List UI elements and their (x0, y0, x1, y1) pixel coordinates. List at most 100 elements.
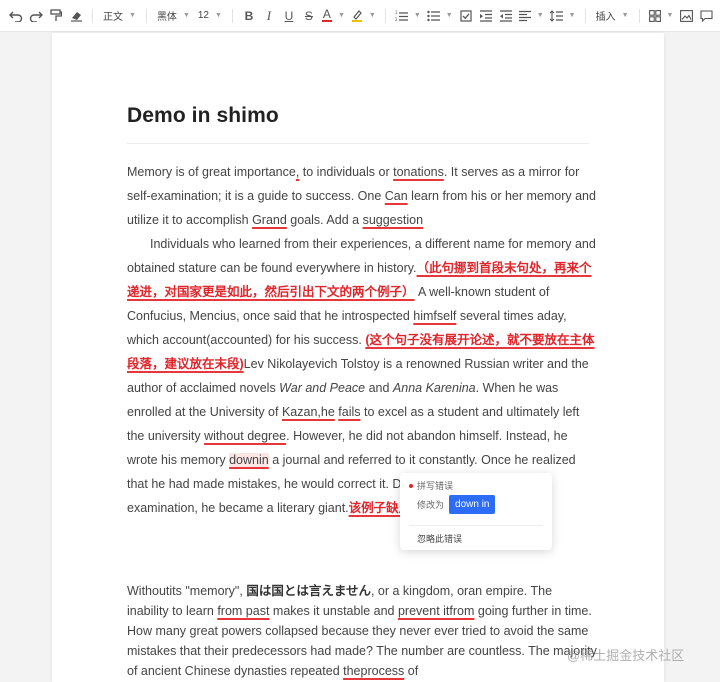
spelling-error[interactable]: fails (338, 405, 360, 419)
change-to-label: 修改为 (417, 500, 445, 510)
suggestion-button[interactable]: down in (449, 495, 496, 514)
checklist-button[interactable] (456, 5, 476, 27)
chevron-down-icon: ▼ (536, 12, 544, 19)
chevron-down-icon: ▼ (368, 12, 376, 19)
spelling-error[interactable]: without degree (204, 429, 286, 443)
underline-button[interactable]: U (279, 5, 299, 27)
spelling-error[interactable]: Grand (252, 213, 287, 227)
align-icon (518, 10, 531, 21)
bullet-list-icon (427, 10, 440, 21)
chevron-down-icon: ▼ (568, 12, 576, 19)
svg-text:1: 1 (395, 10, 398, 15)
popup-header: 拼写错误 (409, 479, 453, 492)
indent-icon (479, 9, 492, 22)
highlight-icon (351, 10, 362, 22)
chevron-down-icon: ▼ (666, 12, 674, 19)
insert-label: 插入 (595, 12, 616, 23)
outdent-button[interactable] (496, 5, 516, 27)
spelling-error[interactable]: Kazan,he (282, 405, 335, 419)
text-run: goals. Add a (286, 213, 363, 227)
watermark: @稀土掘金技术社区 (567, 648, 685, 663)
strikethrough-button[interactable]: S (299, 5, 319, 27)
ordered-list-button[interactable]: 1 2 ▼ (392, 5, 424, 27)
spelling-error[interactable]: Can (385, 189, 408, 203)
align-button[interactable]: ▼ (516, 5, 547, 27)
popup-divider (409, 525, 543, 526)
document-title[interactable]: Demo in shimo (127, 104, 279, 128)
eraser-icon[interactable] (66, 5, 86, 27)
paragraph-style-label: 正文 (103, 12, 123, 23)
paragraph-1: Memory is of great importance, to indivi… (127, 160, 597, 232)
undo-icon[interactable] (6, 5, 26, 27)
toolbar-divider (638, 8, 640, 23)
ignore-error-button[interactable]: 忽略此错误 (417, 532, 462, 545)
novel-title: War and Peace (279, 381, 366, 395)
spelling-error[interactable]: tonations (393, 165, 444, 179)
title-divider (127, 143, 589, 144)
suggestion-row: 修改为 down in (417, 495, 496, 514)
text-run: to individuals or (299, 165, 394, 179)
indent-button[interactable] (476, 5, 496, 27)
comment-button[interactable] (696, 5, 716, 27)
editor-toolbar: 正文 ▼ 黑体 ▼ 12 ▼ B I U S A ▼ ▼ 1 2 ▼ ▼ ▼ ▼ 插入 ▼ ▼ (0, 0, 720, 32)
spelling-error[interactable]: suggestion (363, 213, 423, 227)
italic-button[interactable]: I (259, 5, 279, 27)
text-color-button[interactable]: A ▼ (319, 5, 348, 27)
toolbar-divider (92, 8, 93, 23)
font-family-label: 黑体 (156, 12, 177, 23)
text-color-letter: A (322, 7, 331, 21)
spell-check-popup: 拼写错误 修改为 down in 忽略此错误 (400, 473, 552, 550)
table-button[interactable]: ▼ (646, 5, 677, 27)
chevron-down-icon: ▼ (337, 12, 345, 19)
bullet-list-button[interactable]: ▼ (424, 5, 456, 27)
text-color-icon: A (321, 7, 332, 22)
font-size-label: 12 (197, 10, 209, 21)
chevron-down-icon: ▼ (445, 12, 453, 19)
novel-title: Anna Karenina (392, 381, 476, 395)
font-size-select[interactable]: 12 ▼ (194, 5, 226, 27)
text-run-cjk: 国は国とは言えません (246, 584, 371, 598)
line-height-icon (549, 9, 563, 22)
highlight-button[interactable]: ▼ (348, 5, 379, 27)
toolbar-divider (384, 8, 386, 23)
format-painter-icon[interactable] (46, 5, 66, 27)
text-run: of (404, 664, 419, 678)
outdent-icon (499, 9, 512, 22)
font-family-select[interactable]: 黑体 ▼ (153, 5, 194, 27)
text-run: makes it unstable and (269, 604, 398, 618)
ordered-list-icon: 12 (395, 10, 408, 22)
image-button[interactable] (676, 5, 696, 27)
bold-button[interactable]: B (239, 5, 259, 27)
chevron-down-icon: ▼ (129, 12, 136, 19)
toolbar-divider (231, 8, 233, 23)
image-icon (679, 9, 693, 22)
chevron-down-icon: ▼ (215, 12, 222, 19)
text-run: Memory is of great importance (127, 165, 296, 179)
paragraph-3: Withoutits "memory", 国は国とは言えません, or a ki… (127, 581, 597, 681)
text-run: Withoutits "memory", (127, 584, 247, 598)
insert-menu[interactable]: 插入 ▼ (592, 5, 633, 27)
chevron-down-icon: ▼ (182, 12, 190, 19)
spelling-error[interactable]: theprocess (343, 664, 404, 678)
comment-icon (700, 9, 713, 22)
spelling-error[interactable]: prevent itfrom (398, 604, 474, 618)
spelling-error[interactable]: from past (217, 604, 269, 618)
chevron-down-icon: ▼ (413, 12, 421, 19)
table-icon (648, 9, 661, 22)
spelling-error[interactable]: himfself (413, 309, 456, 323)
document-page[interactable]: Demo in shimo Memory is of great importa… (52, 33, 664, 682)
checklist-icon (460, 9, 472, 22)
document-body[interactable]: Memory is of great importance, to indivi… (127, 160, 597, 520)
line-height-button[interactable]: ▼ (547, 5, 579, 27)
chevron-down-icon: ▼ (621, 12, 629, 19)
toolbar-divider (584, 8, 586, 23)
popup-header-label: 拼写错误 (417, 481, 454, 491)
toolbar-divider (145, 8, 147, 23)
text-run: and (365, 381, 393, 395)
error-dot-icon (409, 483, 413, 488)
paragraph-style-select[interactable]: 正文 ▼ (99, 5, 140, 27)
svg-text:2: 2 (395, 17, 398, 22)
redo-icon[interactable] (26, 5, 46, 27)
spelling-error-active[interactable]: downin (229, 453, 269, 467)
document-body-section-2[interactable]: Withoutits "memory", 国は国とは言えません, or a ki… (127, 581, 597, 681)
